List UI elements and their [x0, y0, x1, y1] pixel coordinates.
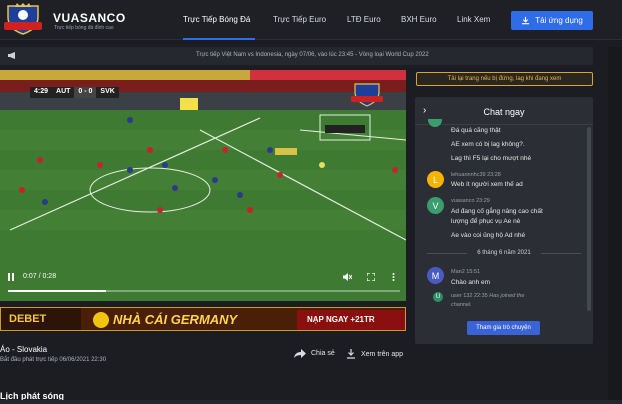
chat-message: Ad đang cố gắng nâng cao chất	[451, 208, 543, 215]
username: lehuannnhc39	[451, 172, 486, 178]
chat-message: Chào anh em	[451, 279, 491, 286]
date-divider-line	[541, 253, 581, 254]
user-avatar: L	[427, 171, 444, 188]
chat-title: Chat ngay	[483, 107, 525, 117]
video-progress-fill	[8, 290, 106, 292]
nav-live-football[interactable]: Trực Tiếp Bóng Đá	[183, 15, 250, 24]
message-time: 23:28	[487, 172, 501, 178]
match-info: Áo - Slovakia Bắt đầu phát trực tiếp 06/…	[0, 345, 410, 369]
share-label: Chia sẻ	[311, 350, 335, 357]
user-avatar	[428, 119, 442, 127]
download-icon	[522, 16, 530, 25]
scoreboard-away: SVK	[96, 87, 119, 98]
user-avatar: M	[427, 267, 444, 284]
share-button[interactable]: Chia sẻ	[294, 349, 335, 358]
share-icon	[294, 349, 306, 358]
ad-brand-debet: DEBET	[9, 313, 47, 325]
scoreboard-home: AUT	[52, 87, 75, 98]
video-player[interactable]: 4:29 AUT 0 - 0 SVK 0:07 / 0:28	[0, 70, 406, 301]
ad-headline: NHÀ CÁI GERMANY	[113, 312, 238, 327]
match-start-time: Bắt đầu phát trực tiếp 06/06/2021 22:30	[0, 357, 107, 363]
chat-message: lượng để phục vụ Ae nè	[451, 218, 521, 225]
watermark-logo	[351, 83, 383, 107]
player-controls: 0:07 / 0:28	[0, 268, 406, 301]
ad-cta: NẠP NGAY +21TR	[307, 315, 375, 324]
football-pitch-frame	[0, 70, 406, 301]
ticker-text: Trực tiếp Việt Nam vs Indonesia, ngày 07…	[196, 52, 429, 58]
chat-message: Đá quá căng thật	[451, 127, 501, 134]
vuasanco-logo[interactable]	[2, 3, 44, 37]
chat-panel: › Chat ngay Đá quá căng thật AE xem có b…	[415, 97, 593, 344]
reload-warning-button[interactable]: Tải lại trang nếu bị đứng, lag khi đang …	[416, 72, 593, 86]
chat-message: AE xem có bị lag không?.	[451, 141, 525, 148]
download-app-label: Tải ứng dụng	[535, 16, 583, 25]
active-nav-indicator	[183, 38, 255, 40]
nav-euro-schedule[interactable]: LTĐ Euro	[347, 15, 381, 24]
scoreboard-time: 4:29	[30, 87, 53, 98]
megaphone-icon	[8, 52, 15, 59]
nav-euro-standings[interactable]: BXH Euro	[401, 15, 437, 24]
ad-banner[interactable]: DEBET NHÀ CÁI GERMANY NẠP NGAY +21TR	[0, 307, 406, 331]
match-title: Áo - Slovakia	[0, 345, 48, 354]
chat-message: Web ít người xem thế ad	[451, 181, 523, 188]
download-icon	[347, 349, 355, 359]
username: Man2	[451, 269, 465, 275]
system-message: channel.	[451, 302, 472, 308]
announcement-ticker: Trực tiếp Việt Nam vs Indonesia, ngày 07…	[0, 47, 593, 65]
pause-icon[interactable]	[8, 273, 15, 281]
watch-on-app-button[interactable]: Xem trên app	[346, 349, 403, 359]
system-message: Has joined the	[489, 293, 525, 299]
scoreboard-score: 0 - 0	[74, 87, 97, 98]
top-navigation-bar: VUASANCO Trực tiếp bóng đá đỉnh cao Trực…	[0, 0, 622, 40]
chat-username: vuasanco 23:29	[451, 198, 490, 204]
chat-scrollbar[interactable]	[587, 127, 591, 311]
chat-username: Man2 15:51	[451, 269, 480, 275]
page-scroll-gutter	[608, 47, 622, 400]
video-time: 0:07 / 0:28	[23, 273, 57, 280]
message-time: 15:51	[466, 269, 481, 275]
match-scoreboard: 4:29 AUT 0 - 0 SVK	[30, 87, 119, 98]
video-progress-track[interactable]	[8, 290, 400, 292]
nav-watch-links[interactable]: Link Xem	[457, 15, 490, 24]
watch-on-app-label: Xem trên app	[361, 350, 404, 358]
chat-username: user 132 22:35 Has joined the	[451, 293, 524, 299]
volume-icon[interactable]	[343, 273, 352, 281]
brand-tagline: Trực tiếp bóng đá đỉnh cao	[54, 25, 114, 31]
brand-name: VUASANCO	[53, 11, 126, 25]
user-avatar: U	[433, 292, 443, 302]
username: user 132	[451, 293, 473, 299]
chat-username: lehuannnhc39 23:28	[451, 172, 501, 178]
bottom-strip	[0, 400, 622, 404]
user-avatar: V	[427, 197, 444, 214]
message-time: 23:29	[476, 198, 490, 204]
download-app-button[interactable]: Tải ứng dụng	[511, 11, 593, 30]
more-options-icon[interactable]	[392, 273, 395, 281]
join-chat-button[interactable]: Tham gia trò chuyện	[467, 321, 540, 335]
message-time: 22:35	[473, 293, 488, 299]
chat-message: Lag thì F5 lại cho mượt nhé	[451, 155, 532, 162]
chat-message: Ae vào coi ủng hộ Ad nhé	[451, 232, 526, 239]
fullscreen-icon[interactable]	[367, 273, 375, 281]
nav-live-euro[interactable]: Trực Tiếp Euro	[273, 15, 326, 24]
username: vuasanco	[451, 198, 475, 204]
